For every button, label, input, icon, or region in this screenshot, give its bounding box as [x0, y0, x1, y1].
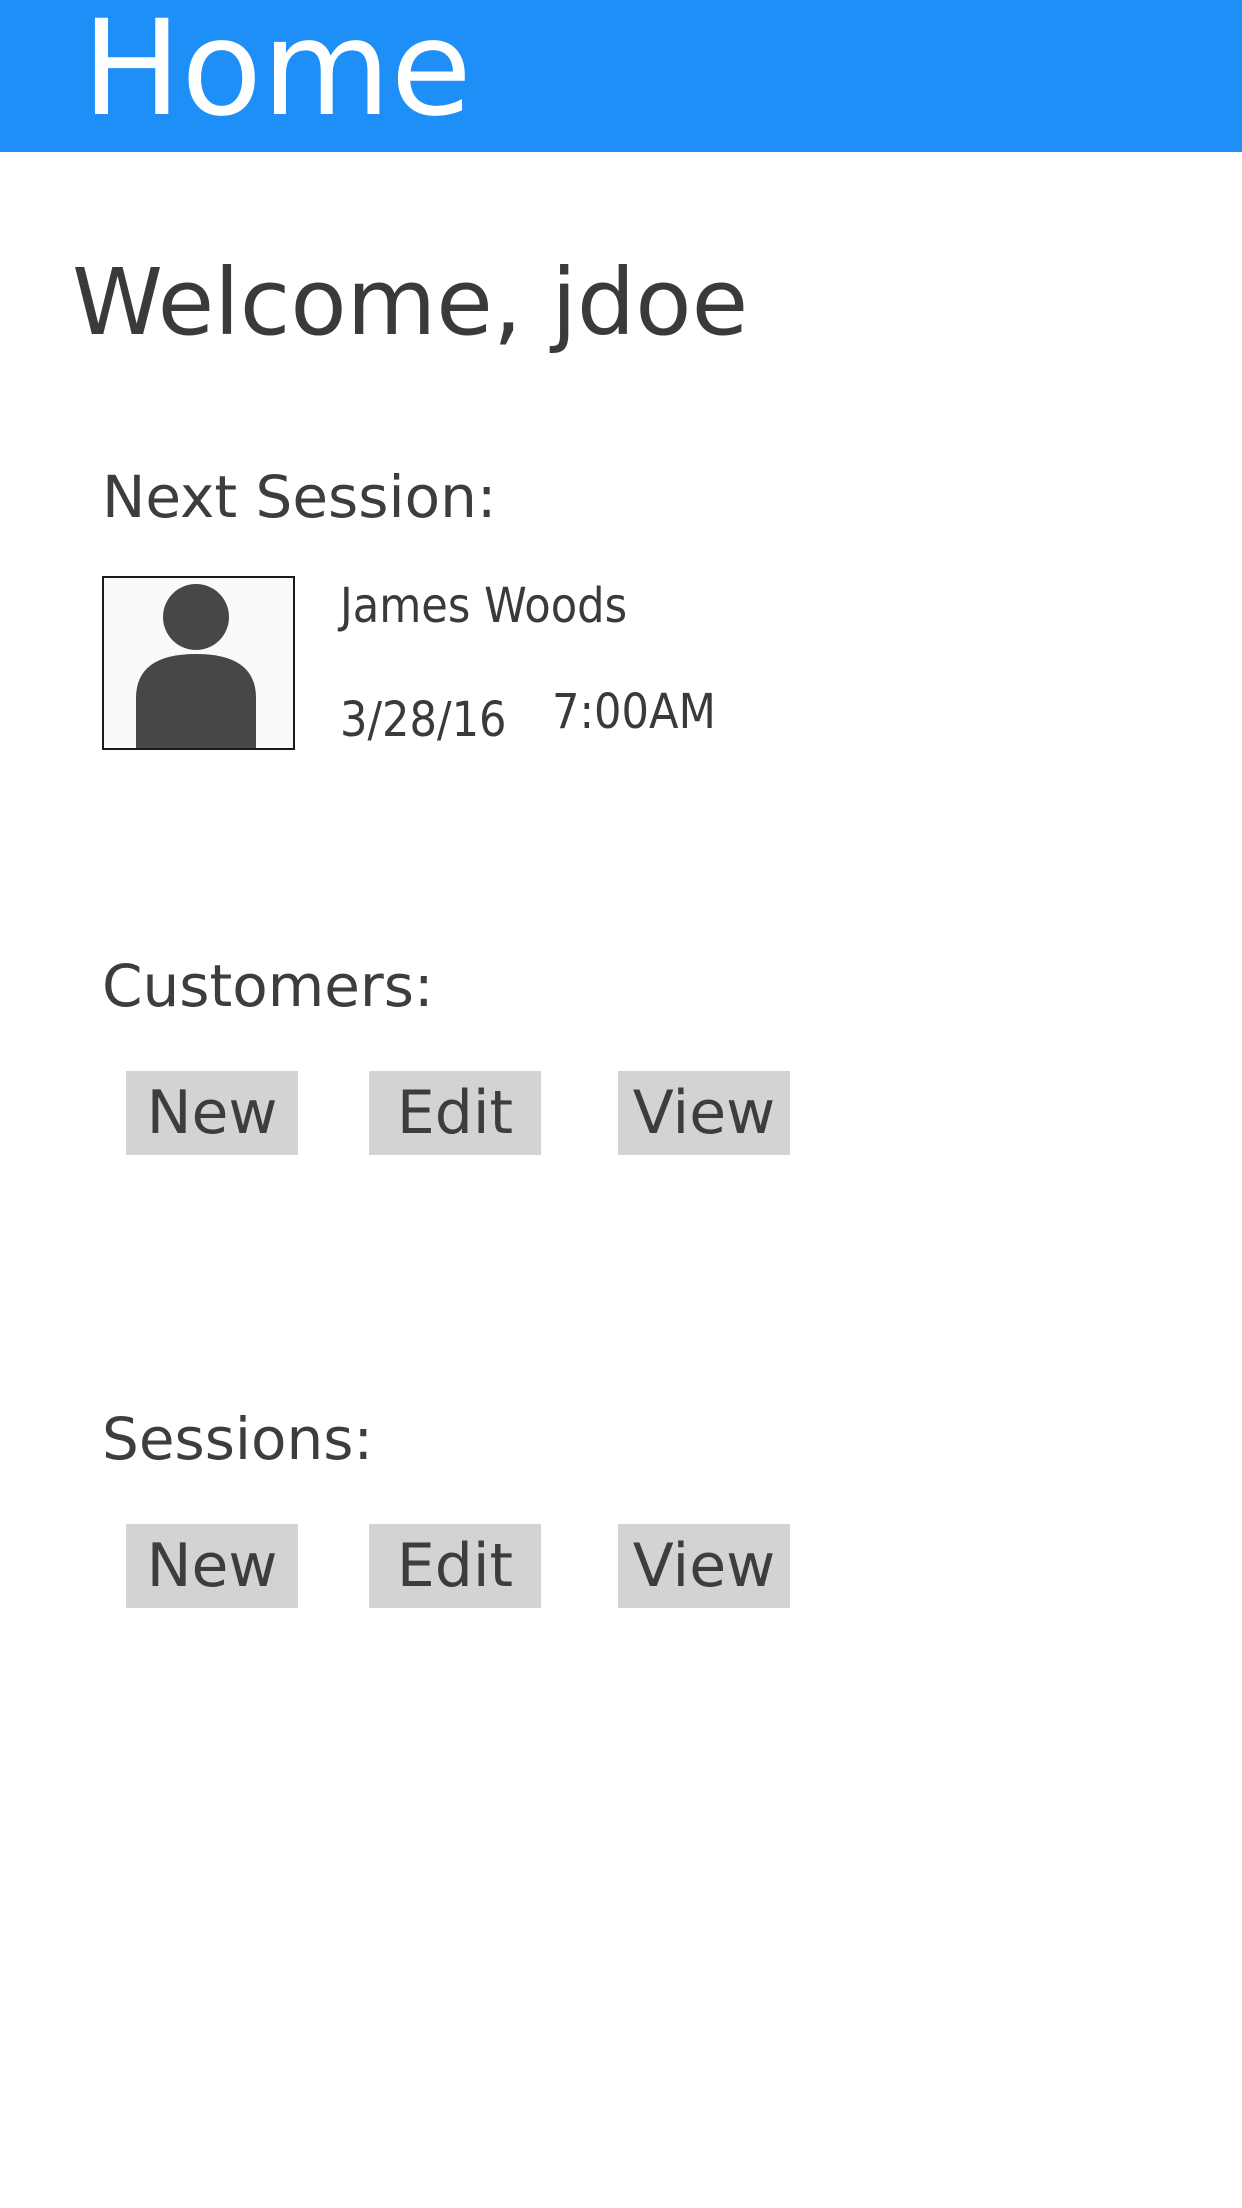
sessions-label: Sessions:	[102, 1405, 374, 1473]
customers-view-button[interactable]: View	[618, 1071, 790, 1155]
sessions-view-button[interactable]: View	[618, 1524, 790, 1608]
sessions-new-button[interactable]: New	[126, 1524, 298, 1608]
next-session-customer-name: James Woods	[340, 578, 628, 634]
customers-label: Customers:	[102, 952, 434, 1020]
welcome-heading: Welcome, jdoe	[72, 249, 749, 356]
sessions-edit-button[interactable]: Edit	[369, 1524, 541, 1608]
customers-new-button[interactable]: New	[126, 1071, 298, 1155]
app-header: Home	[0, 0, 1242, 152]
next-session-label: Next Session:	[102, 463, 497, 531]
customer-avatar[interactable]	[102, 576, 295, 750]
person-icon	[136, 584, 256, 748]
next-session-time: 7:00AM	[552, 684, 716, 740]
customers-edit-button[interactable]: Edit	[369, 1071, 541, 1155]
page-title: Home	[82, 0, 472, 146]
next-session-date: 3/28/16	[340, 692, 507, 748]
